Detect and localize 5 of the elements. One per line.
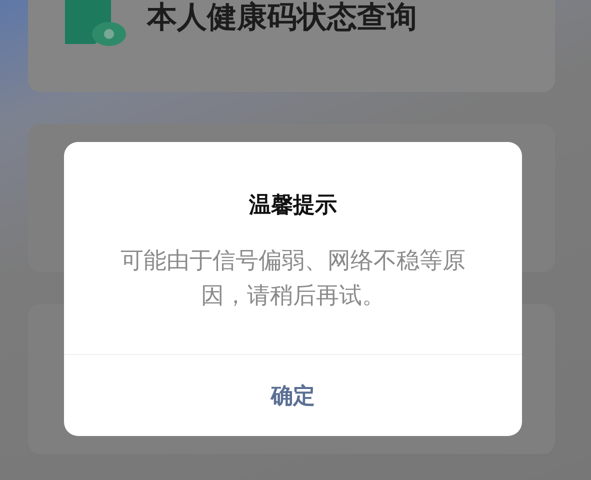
confirm-button[interactable]: 确定 [64, 354, 522, 436]
dialog-message: 可能由于信号偏弱、网络不稳等原因，请稍后再试。 [120, 247, 466, 311]
document-eye-icon [65, 0, 127, 48]
card-title: 本人健康码状态查询 [147, 0, 417, 37]
dialog-title: 温馨提示 [249, 192, 337, 220]
